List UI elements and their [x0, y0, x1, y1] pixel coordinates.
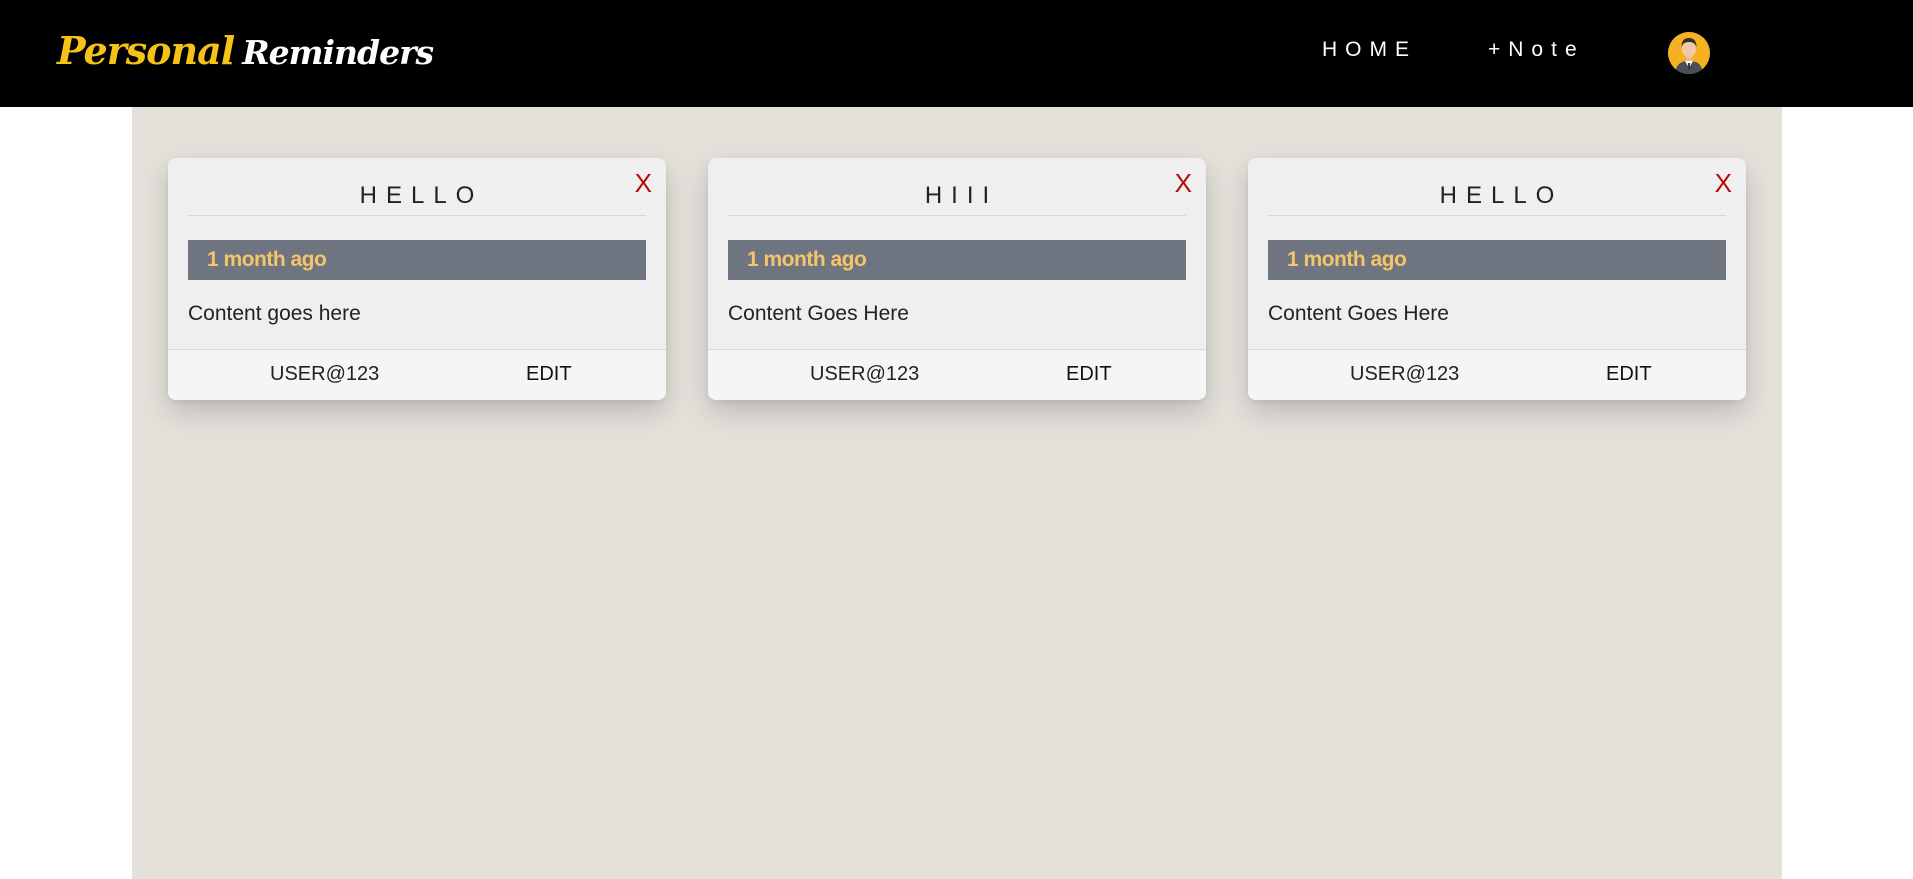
notes-area: HELLO X 1 month ago Content goes here US… — [132, 107, 1782, 879]
note-card: HELLO X 1 month ago Content goes here US… — [168, 158, 666, 400]
navbar: Personal Reminders HOME +Note — [0, 0, 1913, 107]
delete-note-button[interactable]: X — [1715, 168, 1732, 198]
edit-note-button[interactable]: EDIT — [1066, 363, 1112, 386]
brand-logo[interactable]: Personal Reminders — [57, 28, 434, 73]
note-time-badge: 1 month ago — [188, 240, 646, 280]
brand-part-reminders: Reminders — [242, 33, 434, 72]
note-time-badge: 1 month ago — [1268, 240, 1726, 280]
note-title: HIII — [728, 178, 1186, 216]
delete-note-button[interactable]: X — [1175, 168, 1192, 198]
note-footer: USER@123 EDIT — [168, 349, 666, 400]
note-title: HELLO — [1268, 178, 1726, 216]
note-author: USER@123 — [1350, 363, 1460, 385]
avatar-figure-icon — [1668, 32, 1710, 74]
user-avatar-icon[interactable] — [1668, 32, 1710, 74]
note-author: USER@123 — [810, 363, 920, 385]
note-card: HELLO X 1 month ago Content Goes Here US… — [1248, 158, 1746, 400]
note-title: HELLO — [188, 178, 646, 216]
note-content: Content Goes Here — [1268, 302, 1449, 325]
nav-add-note-link[interactable]: +Note — [1488, 38, 1585, 62]
brand-part-personal: Personal — [57, 28, 235, 73]
note-content: Content goes here — [188, 302, 361, 325]
note-author: USER@123 — [270, 363, 380, 385]
edit-note-button[interactable]: EDIT — [526, 363, 572, 386]
note-time-badge: 1 month ago — [728, 240, 1186, 280]
nav-home-link[interactable]: HOME — [1322, 38, 1417, 62]
note-footer: USER@123 EDIT — [708, 349, 1206, 400]
note-content: Content Goes Here — [728, 302, 909, 325]
edit-note-button[interactable]: EDIT — [1606, 363, 1652, 386]
delete-note-button[interactable]: X — [635, 168, 652, 198]
note-card: HIII X 1 month ago Content Goes Here USE… — [708, 158, 1206, 400]
note-footer: USER@123 EDIT — [1248, 349, 1746, 400]
